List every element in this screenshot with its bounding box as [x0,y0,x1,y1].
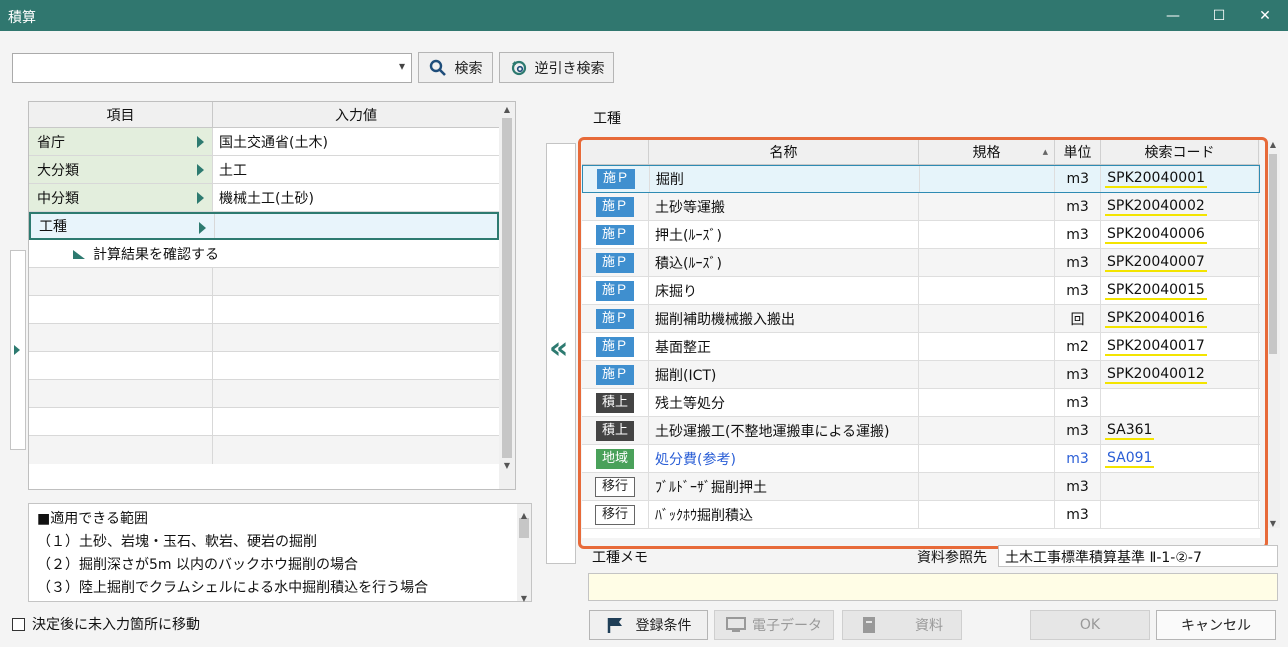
search-combo[interactable]: ▾ [12,53,412,83]
header-item: 項目 [29,102,213,127]
row-label: 中分類 [37,190,79,207]
cancel-button[interactable]: キャンセル [1156,610,1276,640]
empty-row [29,436,499,464]
ok-button[interactable]: OK [1030,610,1150,640]
scroll-thumb[interactable] [1269,154,1277,354]
confirm-row[interactable]: 計算結果を確認する [29,240,499,268]
grid-row[interactable]: 中分類 機械土工(土砂) [29,184,499,212]
chevron-down-icon[interactable]: ▾ [399,59,405,73]
memo-line: ■適用できる範囲 [37,511,148,527]
arrow-right-icon [197,164,204,176]
empty-row [29,296,499,324]
checkbox-label: 決定後に未入力箇所に移動 [32,617,200,633]
grid-row[interactable]: 大分類 土工 [29,156,499,184]
grid-header: 項目 入力値 [29,102,515,128]
empty-row [29,380,499,408]
maximize-button[interactable]: ☐ [1196,0,1242,31]
checkbox-box[interactable] [12,617,25,631]
empty-row [29,324,499,352]
memo-label: 工種メモ [592,550,648,566]
table-scrollbar[interactable]: ▲ ▼ [1266,140,1280,528]
grid-scrollbar[interactable]: ▲ ▼ [499,102,515,489]
grid-row[interactable]: 省庁 国土交通省(土木) [29,128,499,156]
collapse-panel[interactable]: « [546,143,576,564]
empty-row [29,352,499,380]
ref-value: 土木工事標準積算基準 Ⅱ-1-②-7 [998,545,1278,567]
reverse-search-button[interactable]: 逆引き検索 [499,52,614,83]
arrow-right-icon [197,136,204,148]
row-value[interactable]: 機械土工(土砂) [213,184,499,211]
scope-memo: ■適用できる範囲 （１）土砂、岩塊・玉石、軟岩、硬岩の掘削 （２）掘削深さが5m… [28,503,532,603]
highlight-frame [578,137,1268,549]
row-label: 工種 [39,219,67,235]
move-checkbox[interactable]: 決定後に未入力箇所に移動 [12,614,200,634]
register-label: 登録条件 [635,618,692,634]
arrow-right-icon [199,222,206,234]
scroll-thumb[interactable] [502,118,512,458]
electronic-data-button[interactable]: 電子データ [714,610,834,640]
window-title: 積算 [8,10,36,26]
search-button-label: 検索 [454,60,483,77]
arrow-right-icon [197,192,204,204]
left-expander[interactable] [10,250,26,450]
memo-line: （３）陸上掘削でクラムシェルによる水中掘削積込を行う場合 [37,580,429,596]
reverse-search-label: 逆引き検索 [534,60,605,77]
search-icon [429,59,446,76]
memo-line: （２）掘削深さが5m 以内のバックホウ掘削の場合 [37,557,358,573]
row-label: 省庁 [37,134,65,151]
row-label: 大分類 [37,162,79,179]
row-value[interactable] [215,214,497,238]
empty-row [29,408,499,436]
memo-line: （１）土砂、岩塊・玉石、軟岩、硬岩の掘削 [37,534,317,550]
grid-body: 省庁 国土交通省(土木) 大分類 土工 中分類 機械土工(土砂) 工種 計算結果… [29,128,499,464]
memo-field[interactable] [588,573,1278,601]
confirm-arrow-icon [51,249,85,259]
expand-right-icon[interactable] [14,345,20,355]
row-value[interactable]: 国土交通省(土木) [213,128,499,155]
close-button[interactable]: ✕ [1242,0,1288,31]
header-value: 入力値 [335,107,377,124]
collapse-left-icon[interactable]: « [549,334,568,364]
monitor-icon [726,617,746,632]
title-bar: 積算 — ☐ ✕ [0,0,1288,31]
input-grid: 項目 入力値 省庁 国土交通省(土木) 大分類 土工 中分類 機械土工(土砂) … [28,101,516,490]
register-conditions-button[interactable]: 登録条件 [589,610,708,640]
material-label: 資料 [915,618,943,634]
row-value[interactable]: 土工 [213,156,499,183]
reverse-search-icon [511,60,526,75]
memo-scrollbar[interactable]: ▲ ▼ [517,504,531,603]
search-button[interactable]: 検索 [418,52,493,83]
grid-row-selected[interactable]: 工種 [29,212,499,240]
ref-label: 資料参照先 [917,550,987,566]
book-icon [863,617,875,633]
memo-row: 工種メモ 資料参照先 土木工事標準積算基準 Ⅱ-1-②-7 [588,545,1278,567]
minimize-button[interactable]: — [1150,0,1196,31]
empty-row [29,268,499,296]
material-button[interactable]: 資料 [842,610,962,640]
edata-label: 電子データ [752,618,822,634]
flag-icon [607,618,622,633]
section-title: 工種 [593,111,621,127]
confirm-label: 計算結果を確認する [93,246,219,263]
